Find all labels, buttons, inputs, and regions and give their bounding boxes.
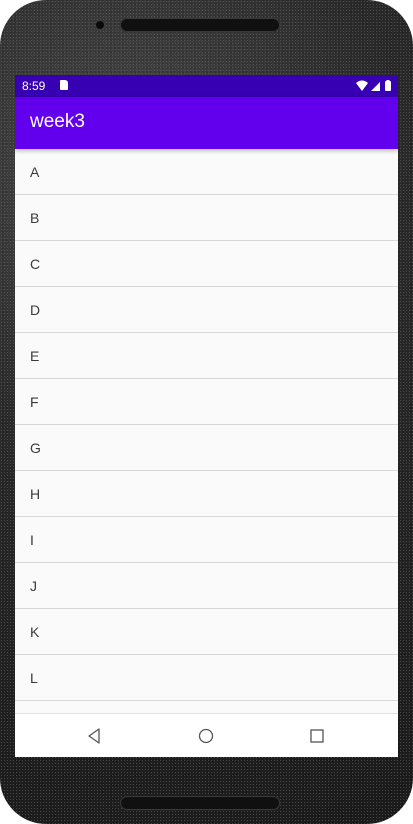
- list-item-label: C: [30, 255, 41, 272]
- list-item[interactable]: B: [15, 195, 398, 241]
- list-item-label: A: [30, 163, 40, 180]
- list-item[interactable]: F: [15, 379, 398, 425]
- top-speaker: [120, 18, 280, 32]
- battery-icon: [385, 80, 391, 91]
- recents-icon[interactable]: [307, 726, 327, 746]
- phone-frame: 8:59 week3 A B C D E F G H I J K L: [0, 0, 413, 824]
- list-item-label: D: [30, 301, 41, 318]
- status-icons: [355, 79, 393, 93]
- list-item[interactable]: I: [15, 517, 398, 563]
- back-icon[interactable]: [85, 726, 105, 746]
- bottom-speaker: [120, 796, 280, 810]
- list-item[interactable]: H: [15, 471, 398, 517]
- list-item[interactable]: A: [15, 149, 398, 195]
- list-item[interactable]: E: [15, 333, 398, 379]
- wifi-icon: [356, 80, 368, 91]
- list-item-label: E: [30, 347, 40, 364]
- phone-screen: 8:59 week3 A B C D E F G H I J K L: [15, 75, 398, 757]
- list-item-label: J: [30, 577, 37, 594]
- list-item[interactable]: L: [15, 655, 398, 701]
- list-item[interactable]: D: [15, 287, 398, 333]
- list-item[interactable]: J: [15, 563, 398, 609]
- list-item-label: L: [30, 669, 38, 686]
- status-bar: 8:59: [15, 75, 398, 97]
- list-item-label: I: [30, 531, 34, 548]
- navigation-bar: [15, 713, 398, 757]
- cell-signal-icon: [371, 82, 380, 91]
- list-item-label: K: [30, 623, 40, 640]
- list-item[interactable]: K: [15, 609, 398, 655]
- item-list[interactable]: A B C D E F G H I J K L: [15, 149, 398, 713]
- app-bar: week3: [15, 97, 398, 149]
- front-camera: [96, 21, 104, 29]
- list-item[interactable]: C: [15, 241, 398, 287]
- app-title: week3: [30, 111, 85, 132]
- list-item-label: G: [30, 439, 41, 456]
- list-item[interactable]: G: [15, 425, 398, 471]
- status-time: 8:59: [22, 79, 46, 93]
- list-item-label: H: [30, 485, 41, 502]
- sd-card-icon: [60, 80, 68, 90]
- home-icon[interactable]: [196, 726, 216, 746]
- list-item-label: B: [30, 209, 40, 226]
- list-item-label: F: [30, 393, 39, 410]
